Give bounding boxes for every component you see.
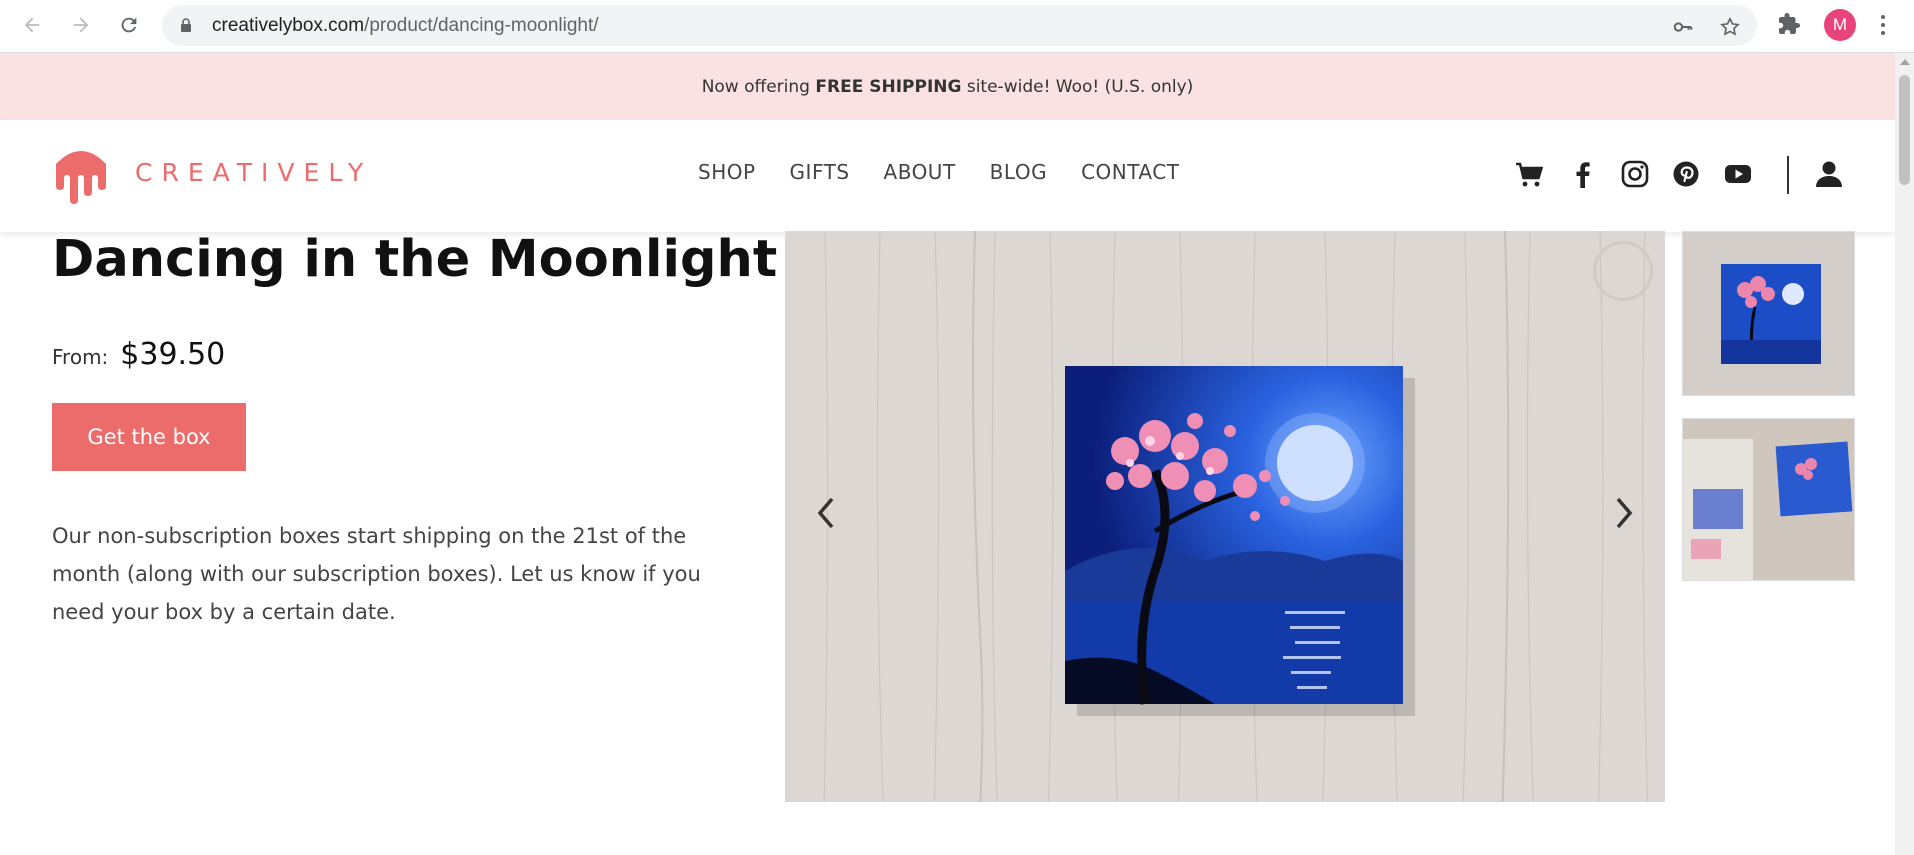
product-price: $39.50	[120, 337, 226, 372]
lock-icon	[181, 18, 191, 32]
nav-about[interactable]: ABOUT	[884, 160, 956, 184]
promo-suffix: site-wide! Woo! (U.S. only)	[961, 76, 1194, 97]
logo-icon[interactable]	[50, 142, 112, 204]
page-viewport: Now offering FREE SHIPPING site-wide! Wo…	[0, 53, 1895, 855]
puzzle-icon[interactable]	[1777, 12, 1801, 36]
url-text: creativelybox.com/product/dancing-moonli…	[212, 15, 599, 36]
promo-prefix: Now offering	[701, 76, 816, 97]
main-nav: SHOP GIFTS ABOUT BLOG CONTACT	[698, 160, 1179, 184]
facebook-icon[interactable]	[1568, 159, 1598, 189]
instagram-icon[interactable]	[1620, 159, 1650, 189]
key-icon[interactable]	[1672, 16, 1694, 38]
pinterest-icon[interactable]	[1671, 159, 1701, 189]
nav-blog[interactable]: BLOG	[990, 160, 1047, 184]
back-arrow-icon[interactable]	[17, 10, 47, 40]
address-bar[interactable]: creativelybox.com/product/dancing-moonli…	[162, 5, 1757, 46]
page-scrollbar[interactable]	[1895, 53, 1914, 855]
site-header: CREATIVELY SHOP GIFTS ABOUT BLOG CONTACT	[0, 120, 1895, 232]
nav-shop[interactable]: SHOP	[698, 160, 756, 184]
header-divider	[1787, 156, 1789, 194]
zoom-icon[interactable]	[1593, 241, 1653, 301]
product-image[interactable]	[785, 231, 1665, 802]
product-title: Dancing in the Moonlight	[52, 230, 778, 289]
gallery-thumbnail-1[interactable]	[1682, 231, 1855, 396]
promo-highlight: FREE SHIPPING	[815, 76, 962, 97]
price-label: From:	[52, 345, 109, 369]
star-icon[interactable]	[1719, 16, 1741, 38]
promo-banner: Now offering FREE SHIPPING site-wide! Wo…	[0, 53, 1895, 120]
cart-icon[interactable]	[1514, 159, 1544, 189]
scroll-up-arrow-icon[interactable]	[1900, 59, 1910, 65]
gallery-thumbnail-2[interactable]	[1682, 418, 1855, 581]
scroll-thumb[interactable]	[1899, 75, 1910, 185]
price-row: From: $39.50	[52, 337, 225, 372]
account-icon[interactable]	[1814, 159, 1844, 189]
gallery-prev-arrow-icon[interactable]	[812, 493, 842, 533]
browser-toolbar: creativelybox.com/product/dancing-moonli…	[0, 0, 1914, 53]
profile-avatar[interactable]: M	[1824, 9, 1856, 41]
nav-contact[interactable]: CONTACT	[1081, 160, 1179, 184]
shipping-description: Our non-subscription boxes start shippin…	[52, 524, 701, 624]
gallery-next-arrow-icon[interactable]	[1608, 493, 1638, 533]
product-gallery	[785, 231, 1665, 802]
get-the-box-button[interactable]: Get the box	[52, 403, 246, 471]
youtube-icon[interactable]	[1723, 159, 1753, 189]
nav-gifts[interactable]: GIFTS	[790, 160, 850, 184]
kebab-menu-icon[interactable]	[1878, 11, 1888, 39]
logo-text[interactable]: CREATIVELY	[135, 158, 372, 187]
reload-icon[interactable]	[114, 10, 144, 40]
forward-arrow-icon[interactable]	[66, 10, 96, 40]
